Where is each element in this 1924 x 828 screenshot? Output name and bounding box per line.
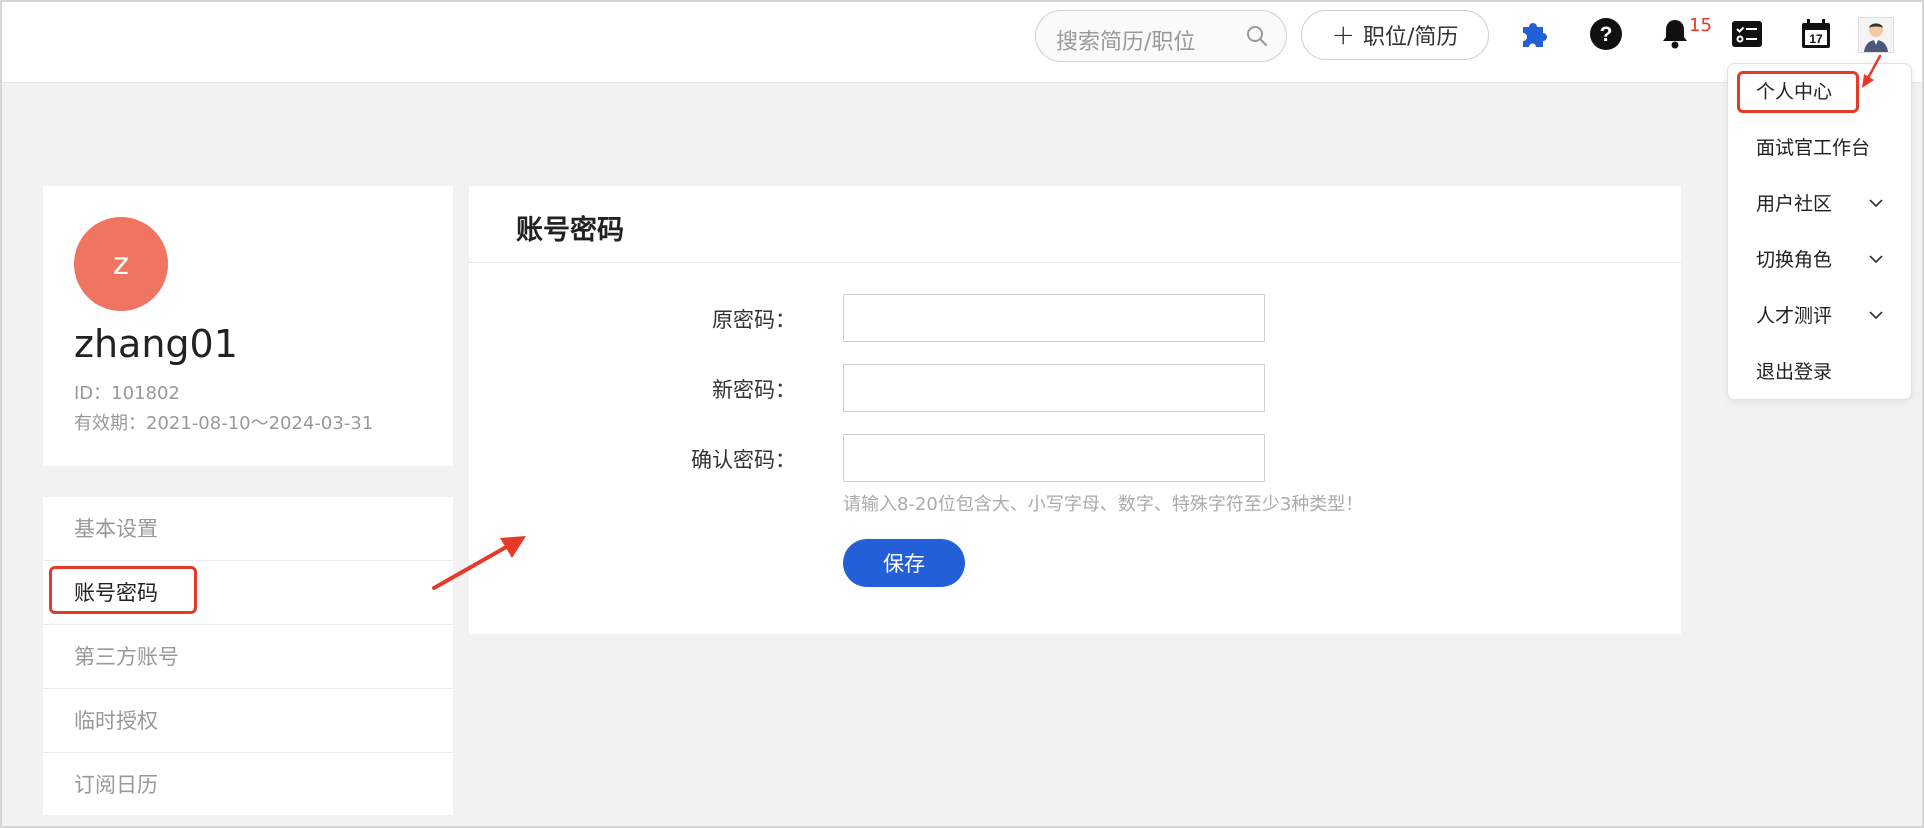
new-password-label: 新密码：	[712, 378, 796, 402]
sidebar-item-temporary-authorization[interactable]: 临时授权	[43, 689, 453, 753]
new-password-field[interactable]	[843, 364, 1265, 412]
dropdown-item-label: 人才测评	[1756, 305, 1833, 327]
sidebar-item-third-party-account[interactable]: 第三方账号	[43, 625, 453, 689]
search-input[interactable]: 搜索简历/职位	[1035, 10, 1287, 62]
sidebar-item-label: 第三方账号	[74, 645, 179, 669]
avatar: z	[74, 217, 168, 311]
sidebar-item-label: 基本设置	[74, 517, 158, 541]
sidebar-item-account-password[interactable]: 账号密码	[43, 561, 453, 625]
sidebar-item-basic-settings[interactable]: 基本设置	[43, 497, 453, 561]
dropdown-item-label: 退出登录	[1756, 361, 1833, 383]
profile-card: z zhang01 ID：101802 有效期：2021-08-10～2024-…	[43, 186, 453, 466]
person-icon	[1864, 23, 1888, 52]
username: zhang01	[74, 322, 238, 366]
svg-text:?: ?	[1600, 23, 1613, 46]
dropdown-item-personal-center[interactable]: 个人中心	[1728, 64, 1911, 120]
title-divider	[469, 262, 1681, 263]
old-password-field[interactable]	[843, 294, 1265, 342]
search-placeholder: 搜索简历/职位	[1056, 30, 1196, 55]
save-button[interactable]: 保存	[843, 539, 965, 587]
top-bar: 搜索简历/职位 + 职位/简历 ? 15 17	[0, 0, 1924, 83]
dropdown-item-interviewer-workbench[interactable]: 面试官工作台	[1728, 120, 1911, 176]
chevron-down-icon	[1869, 311, 1883, 320]
confirm-password-label: 确认密码：	[691, 448, 796, 472]
account-password-panel: 账号密码 原密码： 新密码： 确认密码： 请输入8-20位包含大、小写字母、数字…	[469, 186, 1681, 634]
chevron-down-icon	[1869, 255, 1883, 264]
dropdown-item-label: 个人中心	[1756, 81, 1833, 103]
dropdown-item-label: 面试官工作台	[1756, 137, 1871, 159]
dropdown-item-switch-role[interactable]: 切换角色	[1728, 232, 1911, 288]
sidebar-item-label: 账号密码	[74, 581, 158, 605]
user-avatar-icon[interactable]	[1858, 17, 1894, 53]
page-title: 账号密码	[516, 215, 624, 246]
tasks-icon[interactable]	[1730, 17, 1764, 51]
search-icon[interactable]	[1246, 25, 1268, 47]
dropdown-item-label: 用户社区	[1756, 193, 1833, 215]
dropdown-item-talent-assessment[interactable]: 人才测评	[1728, 288, 1911, 344]
plugin-icon[interactable]	[1516, 17, 1550, 51]
user-dropdown-menu: 个人中心 面试官工作台 用户社区 切换角色 人才测评 退出登录	[1727, 63, 1912, 400]
dropdown-item-logout[interactable]: 退出登录	[1728, 344, 1911, 400]
calendar-icon[interactable]: 17	[1799, 17, 1833, 51]
password-hint: 请输入8-20位包含大、小写字母、数字、特殊字符至少3种类型！	[843, 494, 1364, 515]
sidebar-item-label: 订阅日历	[74, 773, 158, 797]
plus-icon: +	[1331, 18, 1356, 51]
confirm-password-field[interactable]	[843, 434, 1265, 482]
sidebar-item-subscribe-calendar[interactable]: 订阅日历	[43, 753, 453, 817]
old-password-label: 原密码：	[712, 308, 796, 332]
settings-menu: 基本设置 账号密码 第三方账号 临时授权 订阅日历	[43, 497, 453, 815]
sidebar-item-label: 临时授权	[74, 709, 158, 733]
dropdown-item-label: 切换角色	[1756, 249, 1833, 271]
notification-badge: 15	[1689, 15, 1712, 36]
help-icon[interactable]: ?	[1589, 17, 1623, 51]
dropdown-item-user-community[interactable]: 用户社区	[1728, 176, 1911, 232]
chevron-down-icon	[1869, 199, 1883, 208]
svg-text:17: 17	[1809, 32, 1823, 46]
bell-icon[interactable]	[1658, 17, 1692, 51]
user-id: ID：101802	[74, 383, 180, 404]
validity-period: 有效期：2021-08-10～2024-03-31	[74, 413, 374, 434]
add-button-label: 职位/简历	[1363, 25, 1459, 50]
add-job-resume-button[interactable]: + 职位/简历	[1301, 10, 1489, 60]
